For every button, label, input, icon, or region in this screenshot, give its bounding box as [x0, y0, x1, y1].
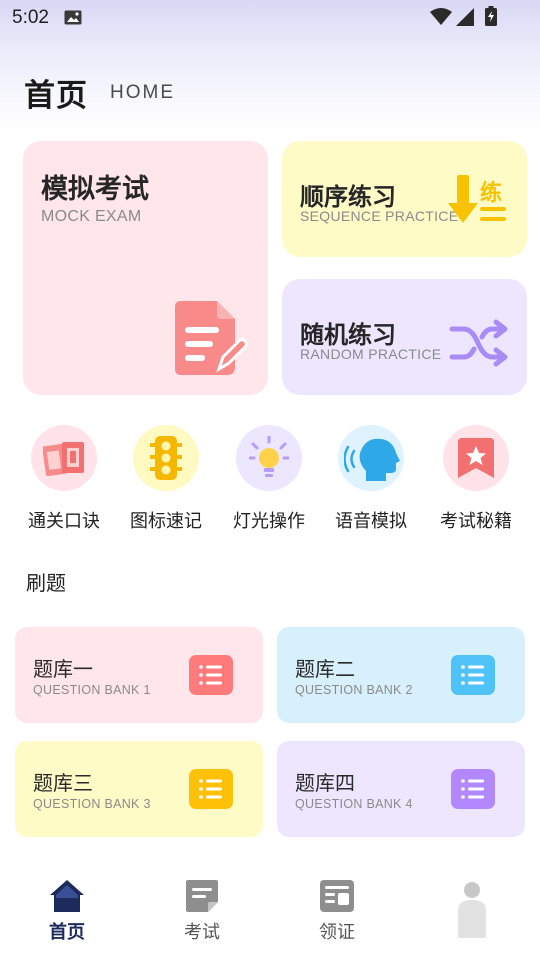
- nav-tab-home[interactable]: 首页: [17, 876, 117, 946]
- battery-icon: [485, 6, 497, 26]
- nav-tab-label: 考试: [184, 922, 220, 943]
- list-icon: [189, 769, 233, 809]
- status-time: 5:02: [12, 7, 49, 28]
- list-line-icon: [480, 217, 506, 221]
- question-bank-subtitle: QUESTION BANK 1: [33, 683, 151, 697]
- status-bar: 5:02: [0, 0, 540, 36]
- quick-link-circle: [338, 425, 404, 491]
- quick-link-tips[interactable]: 通关口诀: [14, 425, 114, 535]
- exam-paper-pencil-icon: [175, 301, 248, 375]
- question-bank-1-card[interactable]: 题库一 QUESTION BANK 1: [15, 627, 263, 723]
- quick-link-voice[interactable]: 语音模拟: [321, 425, 421, 535]
- cellular-signal-icon: [456, 8, 474, 26]
- voice-head-icon: [344, 438, 400, 481]
- sort-down-icon: [448, 175, 478, 223]
- quick-link-circle: [31, 425, 97, 491]
- quick-link-circle: [133, 425, 199, 491]
- question-bank-3-card[interactable]: 题库三 QUESTION BANK 3: [15, 741, 263, 837]
- page-subtitle: HOME: [110, 82, 175, 103]
- question-bank-subtitle: QUESTION BANK 4: [295, 797, 413, 811]
- list-icon: [189, 655, 233, 695]
- nav-tab-license[interactable]: 领证: [287, 876, 387, 946]
- question-bank-title: 题库二: [295, 657, 355, 681]
- bookmark-star-icon: [458, 438, 494, 478]
- mock-exam-card[interactable]: 模拟考试 MOCK EXAM: [23, 141, 268, 395]
- random-practice-card[interactable]: 随机练习 RANDOM PRACTICE: [282, 279, 527, 395]
- question-bank-title: 题库四: [295, 771, 355, 795]
- light-bulb-icon: [249, 436, 289, 477]
- mock-exam-title: 模拟考试: [41, 174, 149, 205]
- nav-tab-label: 首页: [49, 922, 85, 943]
- quick-link-circle: [443, 425, 509, 491]
- question-bank-4-card[interactable]: 题库四 QUESTION BANK 4: [277, 741, 525, 837]
- random-practice-title: 随机练习: [300, 321, 396, 349]
- quick-link-circle: [236, 425, 302, 491]
- exam-document-icon: [186, 880, 218, 912]
- section-title-practice: 刷题: [26, 571, 66, 595]
- quick-link-secrets[interactable]: 考试秘籍: [426, 425, 526, 535]
- list-icon: [451, 769, 495, 809]
- traffic-light-icon: [150, 436, 182, 480]
- page-title: 首页: [24, 78, 88, 114]
- list-line-icon: [480, 207, 506, 211]
- image-notification-icon: [64, 10, 82, 25]
- profile-person-icon: [458, 882, 486, 938]
- nav-tab-profile[interactable]: [422, 876, 522, 946]
- quick-link-label: 灯光操作: [233, 511, 305, 532]
- list-icon: [451, 655, 495, 695]
- license-card-icon: [320, 880, 354, 912]
- quick-link-label: 考试秘籍: [440, 511, 512, 532]
- question-bank-subtitle: QUESTION BANK 3: [33, 797, 151, 811]
- sequence-practice-subtitle: SEQUENCE PRACTICE: [300, 208, 459, 224]
- mock-exam-subtitle: MOCK EXAM: [41, 208, 142, 225]
- home-icon: [50, 880, 84, 912]
- question-bank-title: 题库一: [33, 657, 93, 681]
- quick-link-signs[interactable]: 图标速记: [116, 425, 216, 535]
- tickets-icon: [43, 442, 84, 477]
- question-bank-2-card[interactable]: 题库二 QUESTION BANK 2: [277, 627, 525, 723]
- nav-tab-exam[interactable]: 考试: [152, 876, 252, 946]
- quick-link-lights[interactable]: 灯光操作: [219, 425, 319, 535]
- shuffle-icon: [449, 319, 508, 367]
- nav-tab-label: 领证: [319, 922, 355, 943]
- quick-link-label: 语音模拟: [335, 511, 407, 532]
- wifi-icon: [430, 8, 452, 25]
- quick-link-label: 图标速记: [130, 511, 202, 532]
- question-bank-title: 题库三: [33, 771, 93, 795]
- sequence-practice-title: 顺序练习: [300, 183, 396, 211]
- random-practice-subtitle: RANDOM PRACTICE: [300, 346, 442, 362]
- question-bank-subtitle: QUESTION BANK 2: [295, 683, 413, 697]
- quick-link-label: 通关口诀: [28, 511, 100, 532]
- practice-char-icon: 练: [480, 181, 503, 206]
- sequence-practice-card[interactable]: 顺序练习 SEQUENCE PRACTICE 练: [282, 141, 527, 257]
